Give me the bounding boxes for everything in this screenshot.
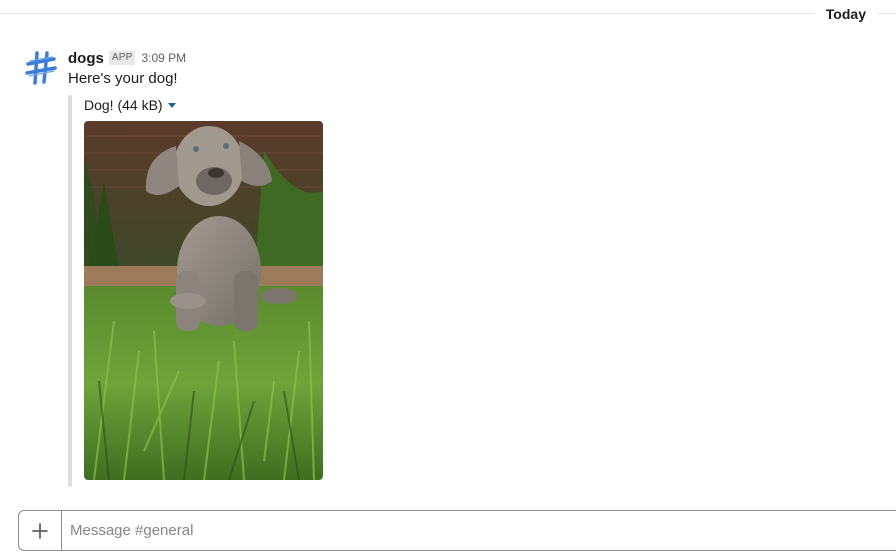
date-divider: Today <box>0 0 896 28</box>
chat-view: Today dogs APP 3:09 PM Here's your dog! <box>0 0 896 557</box>
app-badge: APP <box>108 51 136 65</box>
avatar[interactable] <box>24 50 60 86</box>
message: dogs APP 3:09 PM Here's your dog! Dog! (… <box>0 40 896 490</box>
attachment-title: Dog! (44 kB) <box>84 96 176 114</box>
dog-photo <box>84 121 323 480</box>
dog-image[interactable] <box>84 121 323 480</box>
plus-icon <box>32 522 48 539</box>
message-composer <box>18 510 896 551</box>
message-header: dogs APP 3:09 PM <box>68 48 186 68</box>
message-text: Here's your dog! <box>68 70 178 87</box>
attachment-title-text: Dog! (44 kB) <box>84 97 163 113</box>
timestamp[interactable]: 3:09 PM <box>141 51 186 65</box>
message-input[interactable] <box>62 511 896 550</box>
sender-name[interactable]: dogs <box>68 50 104 67</box>
dogs-app-icon <box>25 51 57 85</box>
divider-line <box>0 13 896 14</box>
add-attachment-button[interactable] <box>19 511 62 550</box>
caret-down-icon[interactable] <box>167 102 176 108</box>
attachment-bar <box>68 95 72 487</box>
date-divider-label[interactable]: Today <box>813 5 878 23</box>
